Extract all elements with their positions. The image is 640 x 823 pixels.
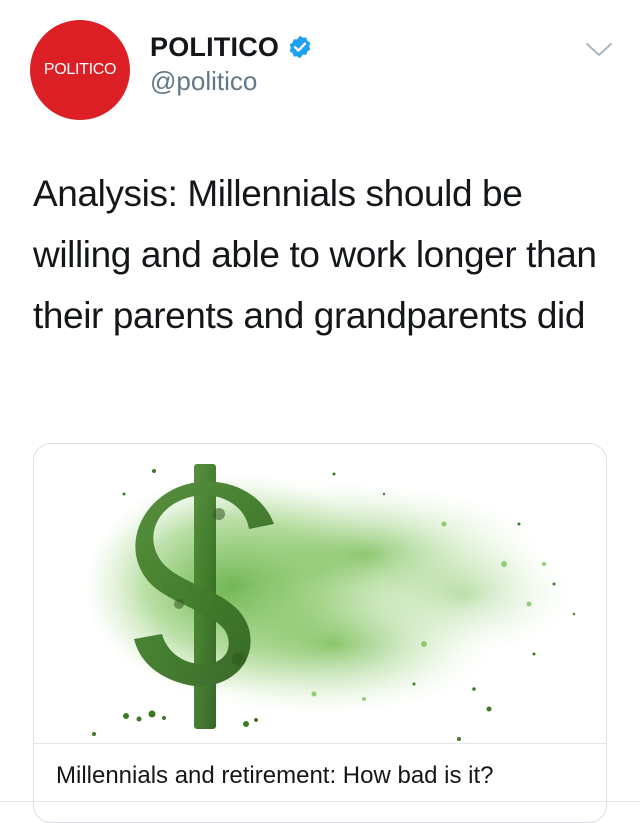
- dollar-sign-dissolving-image: [84, 464, 576, 741]
- link-card[interactable]: Millennials and retirement: How bad is i…: [33, 443, 607, 823]
- avatar[interactable]: POLITICO: [30, 20, 130, 120]
- display-name[interactable]: POLITICO: [150, 32, 279, 63]
- account-handle[interactable]: @politico: [150, 66, 257, 97]
- tweet-header: POLITICO POLITICO @politico: [0, 0, 640, 130]
- card-image[interactable]: [34, 444, 606, 744]
- card-divider: [34, 743, 606, 744]
- chevron-down-icon[interactable]: [584, 40, 614, 60]
- display-name-row[interactable]: POLITICO: [150, 30, 313, 64]
- tweet-text: Analysis: Millennials should be willing …: [33, 173, 597, 336]
- avatar-logo-text: POLITICO: [43, 61, 117, 78]
- bottom-divider: [0, 801, 640, 802]
- verified-badge-icon: [289, 35, 311, 59]
- card-title[interactable]: Millennials and retirement: How bad is i…: [56, 762, 494, 790]
